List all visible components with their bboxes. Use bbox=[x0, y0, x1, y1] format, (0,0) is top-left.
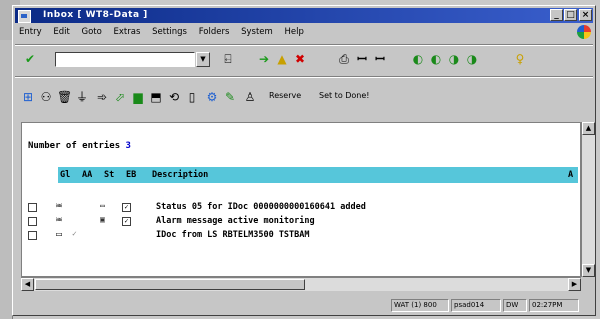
user-icon[interactable]: ♙ bbox=[243, 90, 257, 104]
list-item[interactable]: ▭ ✓ IDoc from LS RBTELM3500 TSTBAM bbox=[22, 229, 580, 243]
back-arrow-icon[interactable]: ➔ bbox=[257, 52, 271, 66]
row-description[interactable]: Status 05 for IDoc 0000000000160641 adde… bbox=[156, 202, 366, 212]
first-page-icon[interactable]: ◐ bbox=[411, 52, 425, 66]
workitem-icon: ⎃ bbox=[56, 215, 63, 226]
org-structure-icon[interactable]: ⚇ bbox=[39, 90, 53, 104]
list-item[interactable]: ⎃ ▭ ✓ Status 05 for IDoc 000000000016064… bbox=[22, 201, 580, 215]
row-select-checkbox[interactable] bbox=[28, 203, 37, 212]
application-toolbar: ⊞ ⚇ 🗑 ⏚ ➾ ⬀ ▆ ⬒ ⟲ ▯ ⚙ ✎ ♙ Reserve Set to… bbox=[15, 87, 593, 109]
set-to-done-button[interactable]: Set to Done! bbox=[319, 91, 370, 100]
edit-icon[interactable]: ✎ bbox=[223, 90, 237, 104]
workitem-icon: ⎃ bbox=[56, 201, 63, 212]
status-time: 02:27PM bbox=[529, 299, 579, 312]
work-area: Number of entries 3 Gl AA St EB Descript… bbox=[21, 122, 581, 277]
menu-folders[interactable]: Folders bbox=[199, 27, 230, 37]
window-title: Inbox [ WT8-Data ] bbox=[43, 10, 148, 20]
delete-icon[interactable]: 🗑 bbox=[57, 90, 72, 104]
forward-icon[interactable]: ➾ bbox=[95, 90, 109, 104]
command-field[interactable] bbox=[55, 52, 195, 67]
column-header-gl[interactable]: Gl bbox=[60, 170, 70, 180]
previous-page-icon[interactable]: ◐ bbox=[429, 52, 443, 66]
horizontal-scroll-thumb[interactable] bbox=[35, 279, 305, 290]
row-select-checkbox[interactable] bbox=[28, 231, 37, 240]
row-description[interactable]: IDoc from LS RBTELM3500 TSTBAM bbox=[156, 230, 310, 240]
next-page-icon[interactable]: ◑ bbox=[447, 52, 461, 66]
close-button[interactable]: × bbox=[579, 9, 592, 21]
maximize-button[interactable]: □ bbox=[564, 9, 577, 21]
menu-edit[interactable]: Edit bbox=[53, 27, 69, 37]
row-select-checkbox[interactable] bbox=[28, 217, 37, 226]
document-icon[interactable]: ▆ bbox=[131, 90, 145, 104]
print-icon[interactable]: ⎙ bbox=[337, 52, 351, 66]
last-page-icon[interactable]: ◑ bbox=[465, 52, 479, 66]
layout-icon[interactable]: ▯ bbox=[185, 90, 199, 104]
vertical-scrollbar[interactable]: ▲ ▼ bbox=[581, 122, 595, 277]
horizontal-scrollbar[interactable]: ◀ ▶ bbox=[21, 277, 581, 291]
list-item[interactable]: ⎃ ▣ ✓ Alarm message active monitoring bbox=[22, 215, 580, 229]
workitem-display-icon[interactable]: ⊞ bbox=[21, 90, 35, 104]
find-icon[interactable]: ꟷ bbox=[355, 52, 369, 66]
sap-logo-icon bbox=[577, 25, 591, 39]
column-header-description[interactable]: Description bbox=[152, 170, 208, 180]
status-bar: WAT (1) 800 psad014 DW 02:27PM bbox=[15, 298, 593, 313]
row-description[interactable]: Alarm message active monitoring bbox=[156, 216, 315, 226]
column-header-st[interactable]: St bbox=[104, 170, 114, 180]
standard-toolbar: ✔ ▼ ⍇ ➔ ▲ ✖ ⎙ ꟷ ꟷ ◐ ◐ ◑ ◑ ♀ bbox=[15, 47, 593, 71]
list-header: Gl AA St EB Description A bbox=[58, 167, 578, 183]
column-header-a[interactable]: A bbox=[568, 170, 573, 180]
window-app-icon[interactable] bbox=[18, 10, 31, 23]
entries-summary: Number of entries 3 bbox=[28, 141, 131, 151]
status-system-info: WAT (1) 800 bbox=[391, 299, 449, 312]
row-eb-checkbox[interactable]: ✓ bbox=[122, 203, 131, 212]
status-icon: ▣ bbox=[100, 215, 105, 224]
enter-checkmark-icon[interactable]: ✔ bbox=[23, 52, 37, 66]
refresh-icon[interactable]: ⟲ bbox=[167, 90, 181, 104]
minimize-button[interactable]: _ bbox=[550, 9, 563, 21]
status-mode: DW bbox=[503, 299, 527, 312]
status-server: psad014 bbox=[451, 299, 501, 312]
scroll-up-icon[interactable]: ▲ bbox=[582, 122, 595, 135]
column-header-eb[interactable]: EB bbox=[126, 170, 136, 180]
status-icon: ▭ bbox=[100, 201, 105, 210]
separator bbox=[15, 44, 593, 46]
separator bbox=[15, 76, 593, 78]
menu-entry[interactable]: Entry bbox=[19, 27, 42, 37]
row-eb-checkbox[interactable]: ✓ bbox=[122, 217, 131, 226]
help-icon[interactable]: ♀ bbox=[513, 52, 527, 66]
column-header-aa[interactable]: AA bbox=[82, 170, 92, 180]
entries-label: Number of entries bbox=[28, 141, 121, 151]
menu-bar: Entry Edit Goto Extras Settings Folders … bbox=[15, 25, 593, 40]
folder-icon: ▭ bbox=[56, 229, 63, 240]
scroll-right-icon[interactable]: ▶ bbox=[568, 278, 581, 291]
exit-icon[interactable]: ▲ bbox=[275, 52, 289, 66]
filter-icon[interactable]: ⏚ bbox=[75, 90, 89, 104]
menu-settings[interactable]: Settings bbox=[152, 27, 187, 37]
scroll-left-icon[interactable]: ◀ bbox=[21, 278, 34, 291]
entries-list: ⎃ ▭ ✓ Status 05 for IDoc 000000000016064… bbox=[22, 201, 580, 243]
entries-count: 3 bbox=[125, 141, 131, 151]
check-icon: ✓ bbox=[72, 229, 77, 238]
find-next-icon[interactable]: ꟷ bbox=[373, 52, 387, 66]
reserve-button[interactable]: Reserve bbox=[269, 91, 301, 100]
title-bar[interactable]: Inbox [ WT8-Data ] _ □ × bbox=[15, 8, 593, 23]
save-icon[interactable]: ⍇ bbox=[221, 52, 235, 66]
menu-goto[interactable]: Goto bbox=[82, 27, 102, 37]
settings-icon[interactable]: ⚙ bbox=[205, 90, 219, 104]
scroll-down-icon[interactable]: ▼ bbox=[582, 264, 595, 277]
menu-extras[interactable]: Extras bbox=[114, 27, 141, 37]
menu-help[interactable]: Help bbox=[285, 27, 304, 37]
sap-window: Inbox [ WT8-Data ] _ □ × Entry Edit Goto… bbox=[12, 5, 596, 316]
attachment-icon[interactable]: ⬒ bbox=[149, 90, 163, 104]
menu-system[interactable]: System bbox=[241, 27, 273, 37]
resubmit-icon[interactable]: ⬀ bbox=[113, 90, 127, 104]
cancel-icon[interactable]: ✖ bbox=[293, 52, 307, 66]
command-field-dropdown[interactable]: ▼ bbox=[196, 52, 210, 67]
